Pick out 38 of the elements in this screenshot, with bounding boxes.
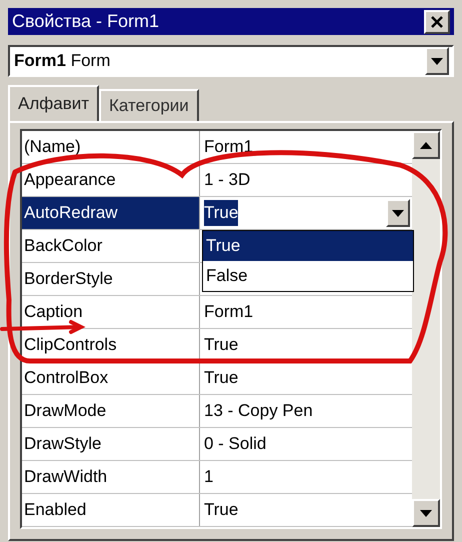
property-name[interactable]: BackColor: [22, 230, 200, 262]
up-arrow-icon: [420, 142, 432, 148]
close-button[interactable]: [424, 10, 450, 34]
property-name[interactable]: Enabled: [22, 494, 200, 526]
property-name[interactable]: ControlBox: [22, 362, 200, 394]
down-arrow-icon: [392, 210, 404, 216]
dropdown-option[interactable]: True: [203, 231, 413, 261]
close-icon: [431, 16, 443, 28]
property-value: True: [204, 367, 238, 390]
property-name[interactable]: DrawWidth: [22, 461, 200, 493]
property-value: Form1: [204, 301, 254, 324]
property-name[interactable]: ClipControls: [22, 329, 200, 361]
property-value: 1: [204, 466, 214, 488]
property-value: True: [204, 499, 238, 522]
property-value: 1 - 3D: [204, 169, 250, 192]
property-name[interactable]: DrawMode: [22, 395, 200, 427]
property-value: 0 - Solid: [204, 433, 266, 456]
value-text: True: [204, 200, 238, 226]
property-value: Form1: [204, 136, 254, 158]
tab[interactable]: Алфавит: [8, 85, 100, 121]
property-name[interactable]: Appearance: [22, 164, 200, 196]
object-name: Form1 Form: [14, 50, 110, 72]
property-name[interactable]: BorderStyle: [22, 263, 200, 295]
property-name[interactable]: DrawStyle: [22, 428, 200, 460]
scrollbar[interactable]: [412, 131, 440, 527]
property-name[interactable]: AutoRedraw: [22, 197, 200, 229]
property-name[interactable]: (Name): [22, 131, 200, 163]
object-selector[interactable]: Form1 Form: [8, 45, 454, 77]
scroll-up-button[interactable]: [412, 131, 440, 159]
property-value: True: [204, 334, 238, 356]
property-value: 13 - Copy Pen: [204, 400, 313, 422]
down-arrow-icon: [420, 510, 432, 516]
tab[interactable]: Категории: [99, 89, 199, 121]
down-arrow-icon: [431, 58, 443, 64]
scroll-down-button[interactable]: [412, 499, 440, 527]
property-name[interactable]: Caption: [22, 296, 200, 328]
value-dropdown[interactable]: True: [204, 197, 410, 229]
window-title: Свойства - Form1: [12, 10, 160, 33]
